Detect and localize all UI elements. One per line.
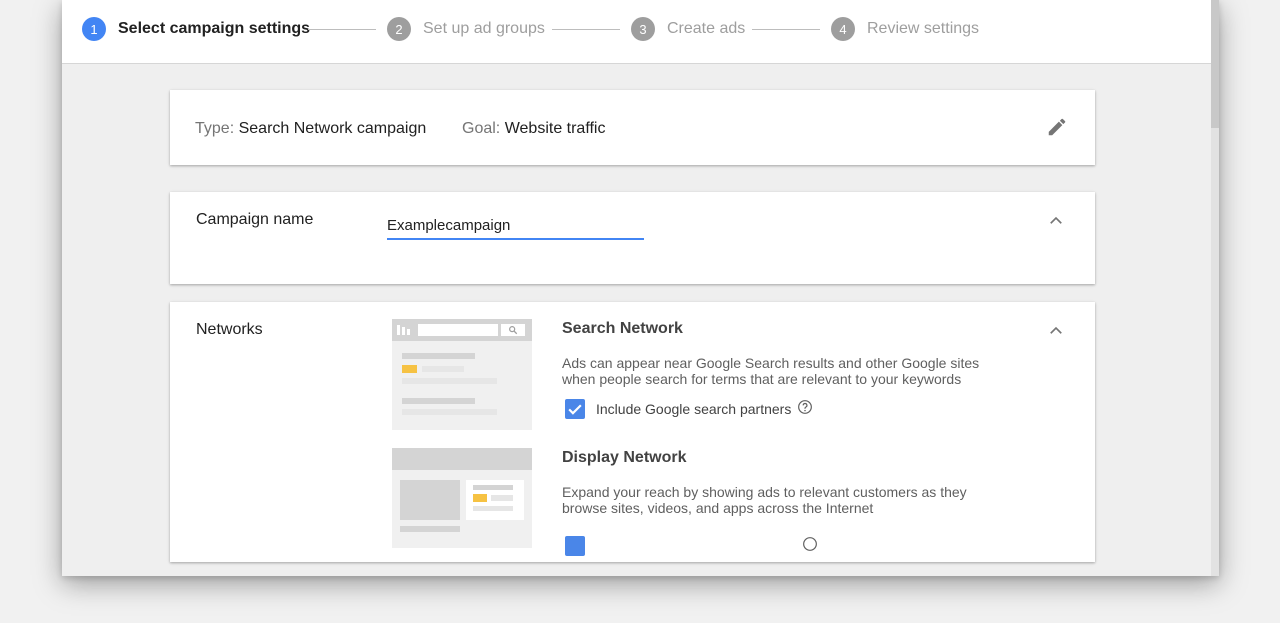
step-number: 2 xyxy=(387,17,411,41)
help-circle-icon[interactable] xyxy=(802,536,818,552)
display-network-description: Expand your reach by showing ads to rele… xyxy=(562,484,967,516)
pencil-icon[interactable] xyxy=(1046,116,1068,138)
step-connector xyxy=(308,29,376,30)
step-select-campaign-settings[interactable]: 1 Select campaign settings xyxy=(82,17,310,41)
step-connector xyxy=(552,29,620,30)
display-network-title: Display Network xyxy=(562,449,687,466)
display-network-checkbox[interactable] xyxy=(565,536,585,556)
goal-value: Website traffic xyxy=(504,120,606,137)
campaign-window: 1 Select campaign settings 2 Set up ad g… xyxy=(62,0,1219,576)
search-icon xyxy=(509,326,518,335)
step-label: Create ads xyxy=(667,20,746,37)
campaign-name-label: Campaign name xyxy=(196,211,314,228)
scrollbar-thumb[interactable] xyxy=(1211,0,1219,128)
campaign-summary-card: Type: Search Network campaign Goal: Webs… xyxy=(170,90,1095,165)
check-icon xyxy=(568,404,582,415)
campaign-stepper: 1 Select campaign settings 2 Set up ad g… xyxy=(62,0,1211,64)
step-label: Set up ad groups xyxy=(423,20,545,37)
type-value: Search Network campaign xyxy=(238,120,427,137)
help-circle-icon[interactable] xyxy=(797,399,813,415)
goal-key: Goal: xyxy=(462,120,501,137)
step-number: 1 xyxy=(82,17,106,41)
networks-label: Networks xyxy=(196,321,263,338)
campaign-type: Type: Search Network campaign xyxy=(195,120,426,138)
step-set-up-ad-groups[interactable]: 2 Set up ad groups xyxy=(387,17,545,41)
step-label: Review settings xyxy=(867,20,980,37)
step-number: 3 xyxy=(631,17,655,41)
search-partners-label: Include Google search partners xyxy=(596,401,792,417)
step-label: Select campaign settings xyxy=(118,20,311,37)
search-partners-checkbox[interactable] xyxy=(565,399,585,419)
search-network-description: Ads can appear near Google Search result… xyxy=(562,355,980,387)
type-key: Type: xyxy=(195,120,235,137)
step-connector xyxy=(752,29,820,30)
display-network-illustration xyxy=(392,448,532,548)
chevron-up-icon[interactable] xyxy=(1047,212,1065,230)
chevron-up-icon[interactable] xyxy=(1047,322,1065,340)
step-create-ads[interactable]: 3 Create ads xyxy=(631,17,745,41)
search-network-title: Search Network xyxy=(562,320,683,337)
campaign-goal: Goal: Website traffic xyxy=(462,120,605,138)
campaign-name-card: Campaign name xyxy=(170,192,1095,284)
networks-card: Networks Search Network Ads can appear n… xyxy=(170,302,1095,562)
step-review-settings[interactable]: 4 Review settings xyxy=(831,17,979,41)
campaign-name-input[interactable] xyxy=(387,212,644,240)
search-network-illustration xyxy=(392,319,532,430)
step-number: 4 xyxy=(831,17,855,41)
